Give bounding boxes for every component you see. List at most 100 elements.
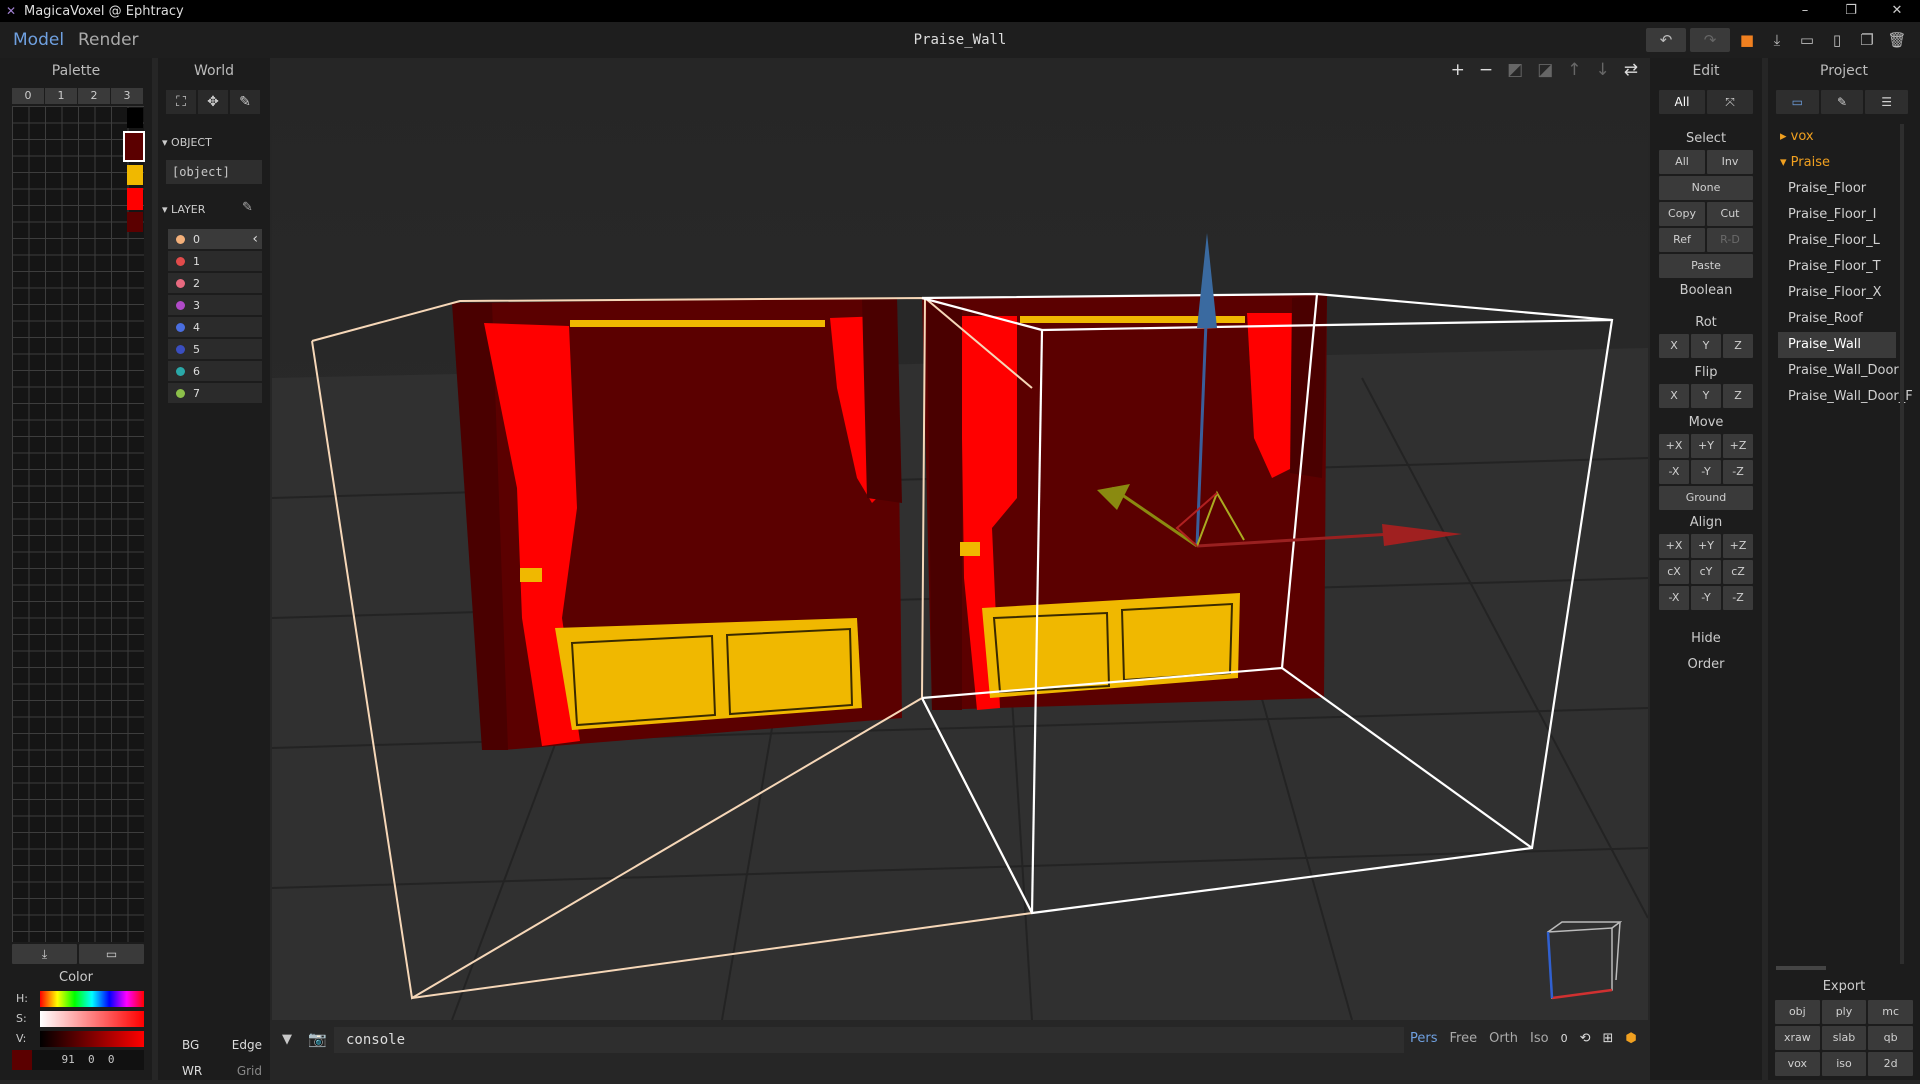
- value-slider[interactable]: V:: [12, 1030, 144, 1047]
- object-name-field[interactable]: [object]: [166, 160, 262, 184]
- project-item[interactable]: Praise_Roof: [1778, 306, 1896, 332]
- palette-swatch[interactable]: [127, 188, 143, 210]
- rot-z-button[interactable]: Z: [1723, 334, 1753, 358]
- project-scrollbar[interactable]: [1900, 124, 1904, 964]
- move-down-icon[interactable]: ↓: [1596, 60, 1610, 80]
- restore-button[interactable]: ❐: [1828, 0, 1874, 22]
- folder-tab-icon[interactable]: ▭: [1776, 90, 1819, 114]
- select-region-icon[interactable]: ⛶: [166, 90, 196, 114]
- project-hscrollbar[interactable]: [1776, 966, 1826, 970]
- edit-layer-icon[interactable]: ✎: [242, 200, 253, 215]
- layer-row[interactable]: 5: [168, 339, 262, 359]
- rot-y-button[interactable]: Y: [1691, 334, 1721, 358]
- redo-icon[interactable]: ↷: [1690, 28, 1730, 52]
- copy-button[interactable]: Copy: [1659, 202, 1705, 226]
- export-file-icon[interactable]: ⤓: [1764, 28, 1790, 52]
- zoom-out-icon[interactable]: −: [1479, 60, 1493, 80]
- console-toggle-icon[interactable]: ▼: [282, 1032, 292, 1047]
- paste-button[interactable]: Paste: [1659, 254, 1753, 278]
- export-vox-button[interactable]: vox: [1775, 1052, 1820, 1076]
- move-tool-icon[interactable]: ✥: [198, 90, 228, 114]
- export-iso-button[interactable]: iso: [1821, 1052, 1867, 1076]
- viewport[interactable]: + − ◩ ◪ ↑ ↓ ⇄: [272, 58, 1648, 1020]
- rot-x-button[interactable]: X: [1659, 334, 1689, 358]
- move-plus-2-button[interactable]: +Z: [1723, 434, 1753, 458]
- project-item[interactable]: Praise_Wall: [1778, 332, 1896, 358]
- project-item[interactable]: Praise_Floor_I: [1778, 202, 1896, 228]
- select-invert-button[interactable]: Inv: [1707, 150, 1753, 174]
- palette-swatch[interactable]: [127, 108, 143, 128]
- shrink-icon[interactable]: ◩: [1507, 60, 1523, 80]
- object-section-header[interactable]: ▾ OBJECT: [162, 136, 212, 149]
- palette-tab-2[interactable]: 2: [78, 88, 110, 104]
- align-minus-1-button[interactable]: -Y: [1691, 586, 1721, 610]
- layer-row[interactable]: 2: [168, 273, 262, 293]
- brush-tab-icon[interactable]: ✎: [1820, 90, 1864, 114]
- project-item[interactable]: Praise_Floor: [1778, 176, 1896, 202]
- console-input[interactable]: console: [334, 1027, 1404, 1053]
- view-orth[interactable]: Orth: [1489, 1031, 1518, 1046]
- align-minus-2-button[interactable]: -Z: [1723, 586, 1753, 610]
- hue-slider[interactable]: H:: [12, 990, 144, 1007]
- close-button[interactable]: ✕: [1874, 0, 1920, 22]
- project-folder-vox[interactable]: ▸ vox: [1778, 124, 1896, 150]
- view-pers[interactable]: Pers: [1410, 1031, 1438, 1046]
- flip-x-button[interactable]: X: [1659, 384, 1689, 408]
- ref-button[interactable]: Ref: [1659, 228, 1705, 252]
- project-item[interactable]: Praise_Floor_L: [1778, 228, 1896, 254]
- layer-section-header[interactable]: ▾ LAYER: [162, 203, 205, 216]
- move-plus-1-button[interactable]: +Y: [1691, 434, 1721, 458]
- layer-row[interactable]: 6: [168, 361, 262, 381]
- align-plus-0-button[interactable]: +X: [1659, 534, 1689, 558]
- cube-icon[interactable]: ⬢: [1625, 1031, 1636, 1046]
- move-up-icon[interactable]: ↑: [1567, 60, 1581, 80]
- copy-file-icon[interactable]: ❐: [1854, 28, 1880, 52]
- project-item[interactable]: Praise_Floor_T: [1778, 254, 1896, 280]
- flip-z-button[interactable]: Z: [1723, 384, 1753, 408]
- bg-toggle[interactable]: BG: [166, 1038, 199, 1052]
- palette-tab-1[interactable]: 1: [45, 88, 77, 104]
- export-slab-button[interactable]: slab: [1821, 1026, 1867, 1050]
- camera-icon[interactable]: 📷: [308, 1030, 327, 1048]
- export-mc-button[interactable]: mc: [1868, 1000, 1913, 1024]
- move-minus-2-button[interactable]: -Z: [1723, 460, 1753, 484]
- select-none-button[interactable]: None: [1659, 176, 1753, 200]
- layer-row[interactable]: 3: [168, 295, 262, 315]
- edit-all-mode[interactable]: All: [1659, 90, 1705, 114]
- edit-region-icon[interactable]: ⤧: [1707, 90, 1753, 114]
- export-xraw-button[interactable]: xraw: [1775, 1026, 1820, 1050]
- rgb-value-field[interactable]: 91 0 0: [32, 1050, 144, 1070]
- export-obj-button[interactable]: obj: [1775, 1000, 1820, 1024]
- expand-icon[interactable]: ◪: [1537, 60, 1553, 80]
- reset-view-icon[interactable]: ⟲: [1580, 1031, 1591, 1046]
- swap-icon[interactable]: ⇄: [1624, 60, 1638, 80]
- layout-icon[interactable]: ⊞: [1602, 1031, 1613, 1046]
- open-folder-icon[interactable]: ▭: [1794, 28, 1820, 52]
- align-center-0-button[interactable]: cX: [1659, 560, 1689, 584]
- rd-button[interactable]: R-D: [1707, 228, 1753, 252]
- delete-icon[interactable]: 🗑: [1884, 28, 1910, 52]
- export-qb-button[interactable]: qb: [1868, 1026, 1913, 1050]
- chevron-left-icon[interactable]: ‹: [252, 231, 258, 247]
- project-item[interactable]: Praise_Wall_Door_F: [1778, 384, 1913, 410]
- layer-row[interactable]: 1: [168, 251, 262, 271]
- layer-row[interactable]: 7: [168, 383, 262, 403]
- palette-tab-3[interactable]: 3: [111, 88, 143, 104]
- view-free[interactable]: Free: [1450, 1031, 1478, 1046]
- layer-row[interactable]: 4: [168, 317, 262, 337]
- import-palette-icon[interactable]: ⤓: [12, 944, 77, 964]
- project-item[interactable]: Praise_Wall_Door: [1778, 358, 1899, 384]
- move-minus-1-button[interactable]: -Y: [1691, 460, 1721, 484]
- view-cube[interactable]: [1542, 920, 1622, 1000]
- minimize-button[interactable]: –: [1782, 0, 1828, 22]
- align-center-2-button[interactable]: cZ: [1723, 560, 1753, 584]
- list-tab-icon[interactable]: ☰: [1865, 90, 1909, 114]
- export-ply-button[interactable]: ply: [1821, 1000, 1867, 1024]
- cut-button[interactable]: Cut: [1707, 202, 1753, 226]
- save-icon[interactable]: ■: [1734, 28, 1760, 52]
- align-minus-0-button[interactable]: -X: [1659, 586, 1689, 610]
- layer-row[interactable]: 0 ‹: [168, 229, 262, 249]
- flip-y-button[interactable]: Y: [1691, 384, 1721, 408]
- scene-render[interactable]: [272, 58, 1648, 1020]
- align-center-1-button[interactable]: cY: [1691, 560, 1721, 584]
